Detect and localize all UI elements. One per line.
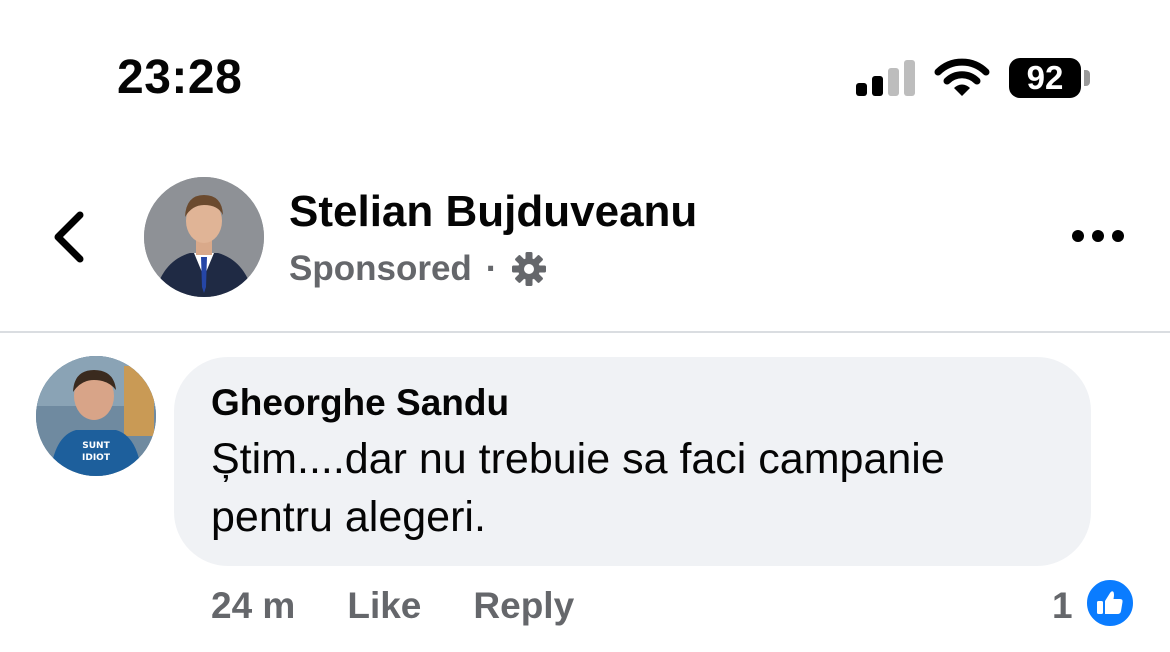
sponsored-label: Sponsored xyxy=(289,249,472,288)
sponsored-row: Sponsored · xyxy=(289,247,547,291)
commenter-avatar[interactable]: SUNT IDIOT xyxy=(36,356,156,476)
wifi-icon xyxy=(934,58,990,96)
like-button[interactable]: Like xyxy=(347,583,421,629)
shirt-text-2: IDIOT xyxy=(82,453,111,463)
comment-time: 24 m xyxy=(211,585,296,626)
back-icon[interactable] xyxy=(48,207,92,267)
more-dot xyxy=(1092,230,1104,242)
more-icon[interactable] xyxy=(1072,230,1124,244)
reaction-count[interactable]: 1 xyxy=(1052,583,1073,629)
more-dot xyxy=(1072,230,1084,242)
battery-cap xyxy=(1084,70,1090,86)
page-avatar[interactable] xyxy=(144,177,264,297)
gear-icon[interactable] xyxy=(511,251,547,287)
page-name[interactable]: Stelian Bujduveanu xyxy=(289,186,697,238)
comment-actions: 24 m Like Reply xyxy=(211,583,574,629)
separator-dot: · xyxy=(485,249,498,288)
signal-icon xyxy=(856,60,916,96)
status-time: 23:28 xyxy=(117,51,243,104)
shirt-text-1: SUNT xyxy=(82,441,110,451)
thumbs-up-icon[interactable] xyxy=(1084,577,1136,629)
comment-author[interactable]: Gheorghe Sandu xyxy=(211,380,509,426)
commenter-portrait: SUNT IDIOT xyxy=(36,356,156,476)
more-dot xyxy=(1112,230,1124,242)
reply-button[interactable]: Reply xyxy=(473,583,574,629)
avatar-portrait xyxy=(144,177,264,297)
comment-text: Știm....dar nu trebuie sa faci campanie … xyxy=(211,435,945,541)
header-divider xyxy=(0,331,1170,333)
battery-icon: 92 xyxy=(1009,58,1081,98)
